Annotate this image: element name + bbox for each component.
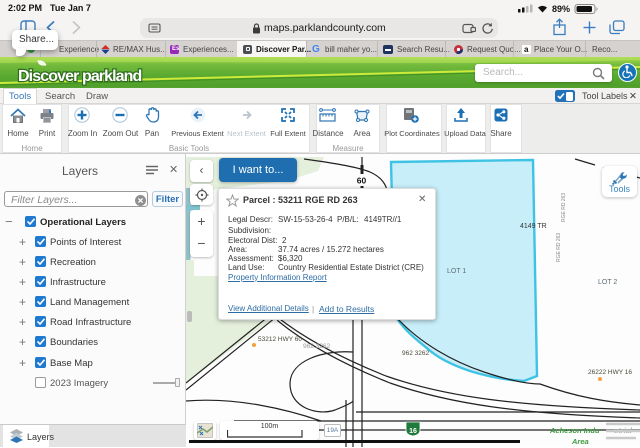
svg-text:53212 HWY 60: 53212 HWY 60 (258, 336, 302, 343)
svg-text:16: 16 (409, 428, 417, 435)
svg-text:89%: 89% (552, 4, 570, 14)
svg-text:LOT 1: LOT 1 (447, 268, 466, 275)
svg-text:RGE RD 263: RGE RD 263 (556, 233, 562, 262)
svg-text:Discover parkland: Discover parkland (18, 68, 142, 85)
svg-text:RGE RD 263: RGE RD 263 (561, 193, 567, 222)
svg-text:LOT 2: LOT 2 (598, 279, 617, 286)
svg-text:60: 60 (357, 176, 367, 186)
svg-text:962 3262: 962 3262 (303, 343, 330, 350)
svg-text:26222 HWY 16: 26222 HWY 16 (588, 369, 632, 376)
svg-text:Area: Area (571, 437, 589, 446)
svg-text:962 3262: 962 3262 (402, 350, 429, 357)
svg-text:4149 TR: 4149 TR (520, 223, 547, 230)
svg-text:Acheson Indu: Acheson Indu (549, 426, 600, 435)
